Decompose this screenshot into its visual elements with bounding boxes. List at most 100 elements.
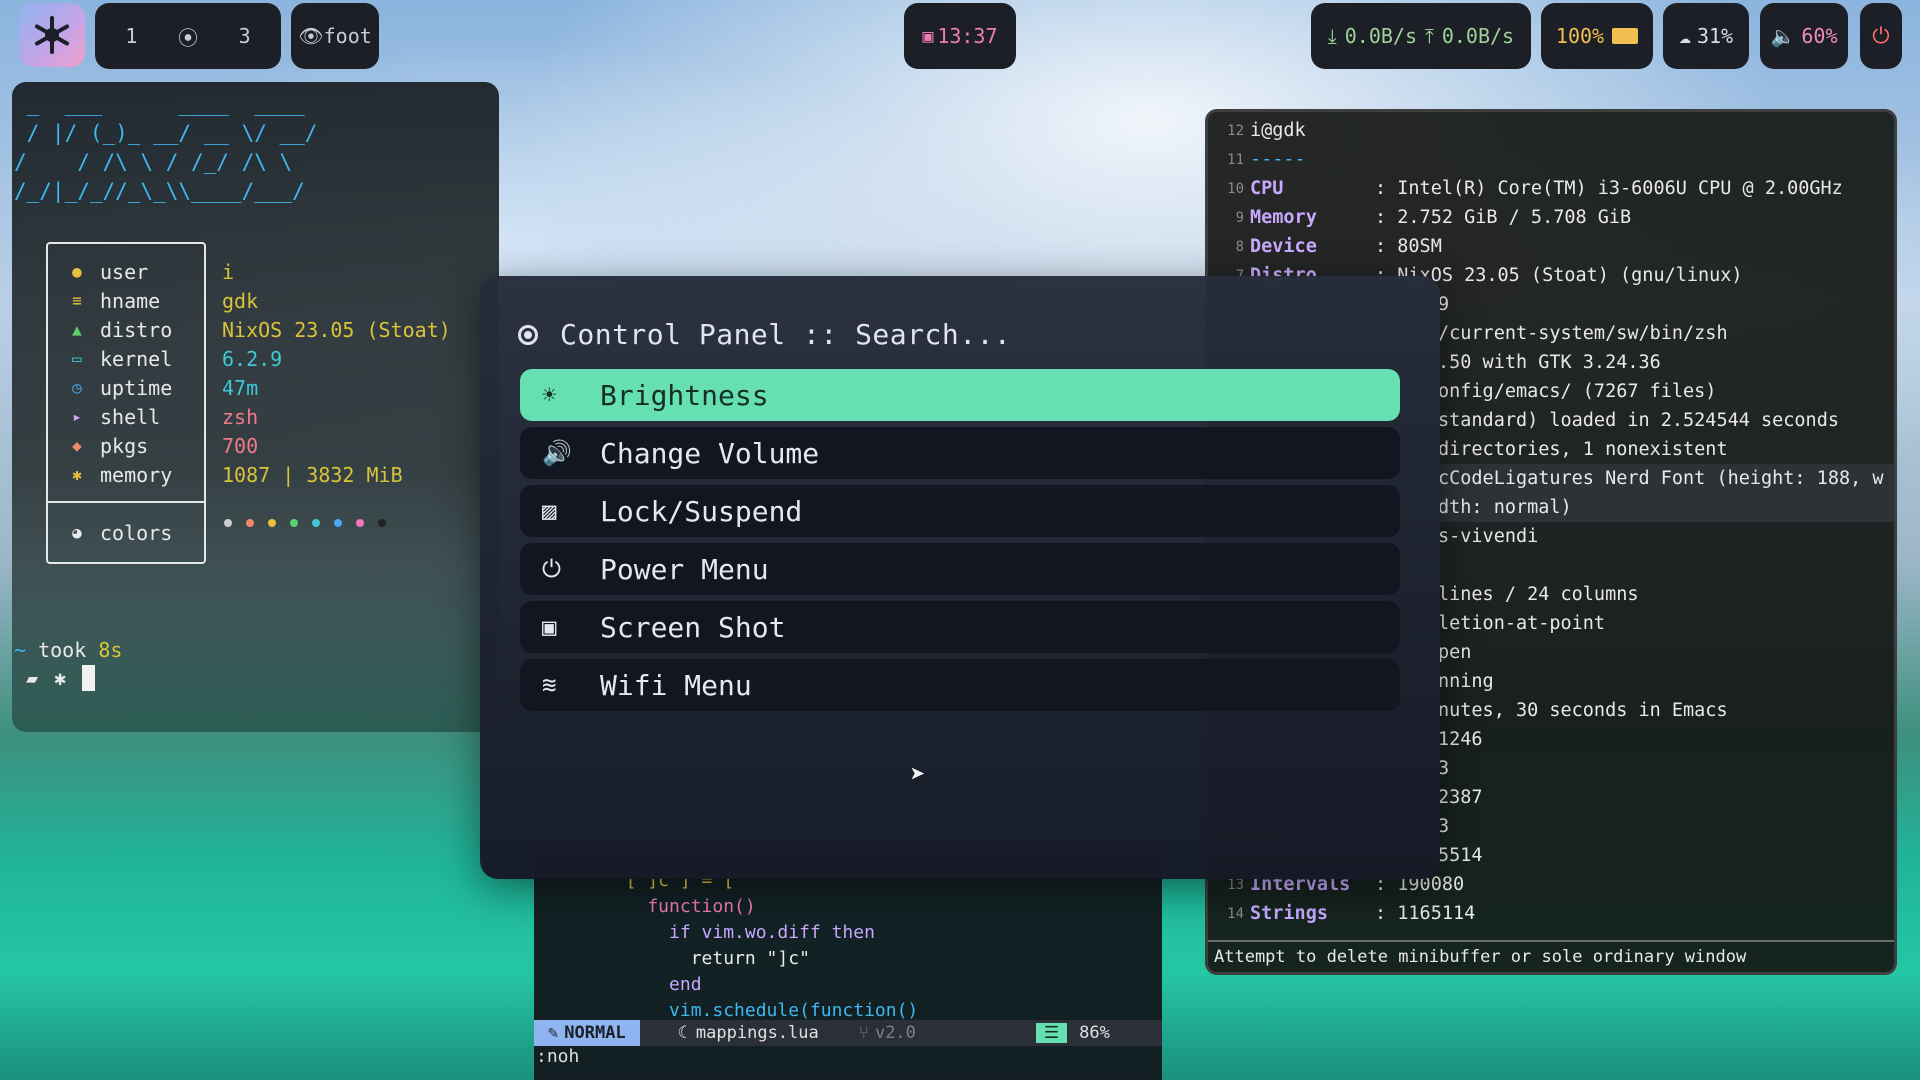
palette-dot [334,519,342,527]
line-number: 10 [1227,180,1244,197]
network-widget[interactable]: ⤓ 0.0B/s ⤒ 0.0B/s [1311,3,1531,69]
progress-icon: ☰ [1035,1023,1068,1043]
code-line: end [604,974,702,995]
menu-item-label: Wifi Menu [600,668,752,702]
power-icon: ⏻ [1872,23,1890,49]
palette-icon: ◕ [72,523,82,542]
workspace-1[interactable]: 1 [125,24,137,48]
vim-mode-label: NORMAL [564,1023,626,1043]
menu-item-label: Lock/Suspend [600,494,803,528]
fetch-label: uptime [100,375,173,400]
menu-item-label: Brightness [600,378,769,412]
workspace-switcher: 1 ⦿ 3 [95,3,281,69]
line-number: 8 [1235,238,1244,255]
emacs-key: CPU [1250,178,1284,199]
emacs-key: Strings [1250,903,1328,924]
menu-item-label: Power Menu [600,552,769,586]
emacs-value: : 80SM [1375,236,1442,257]
power-icon: ⏻ [542,555,561,583]
workspace-3[interactable]: 3 [239,24,251,48]
emacs-line: 8 Device : 80SM [1208,232,1894,261]
emacs-key: Memory [1250,207,1317,228]
nixos-ascii-logo: _ ___ ____ ____ / |/ (_)_ __/ __ \/ __/ … [14,92,318,203]
emacs-value: 2387 [1438,787,1483,808]
fetch-row-distro: ▲ distro [62,315,172,344]
memory-icon: ✱ [72,465,82,484]
emacs-minibuffer[interactable]: Attempt to delete minibuffer or sole ord… [1208,940,1894,972]
menu-item-change-volume[interactable]: 🔊 Change Volume [520,427,1400,479]
workspace-2-active[interactable]: ⦿ [178,22,198,51]
vim-logo-icon: ✎ [548,1023,559,1043]
emacs-value: : Intel(R) Core(TM) i3-6006U CPU @ 2.00G… [1375,178,1843,199]
emacs-line: 11 ----- [1208,145,1894,174]
fetch-label: distro [100,317,173,342]
nix-icon: ✱ [54,666,67,690]
package-icon: ◆ [72,436,82,455]
code-line: if vim.wo.diff then [604,922,875,943]
menu-item-wifi-menu[interactable]: ≋ Wifi Menu [520,659,1400,711]
mouse-pointer-icon: ➤ [910,760,926,790]
cpu-widget[interactable]: ☁ 31% [1663,3,1749,69]
emacs-line: 14 Strings: 1165114 [1208,899,1894,928]
eye-icon: 👁 [298,24,324,48]
emacs-value: pen [1438,642,1472,663]
fetch-value-memory: 1087 | 3832 MiB [222,462,403,487]
emacs-line: 10 CPU : Intel(R) Core(TM) i3-6006U CPU @ … [1208,174,1894,203]
fetch-row-uptime: ◷ uptime [62,373,172,402]
fetch-value-hname: gdk [222,288,259,313]
fetch-value-kernel: 6.2.9 [222,346,283,371]
emacs-value: s-vivendi [1438,526,1539,547]
prompt-cwd: ~ [14,638,27,662]
emacs-value: directories, 1 nonexistent [1438,439,1728,460]
cpu-usage: 31% [1696,24,1734,48]
fetch-row-memory: ✱ memory [62,460,172,489]
fetch-label: user [100,259,149,284]
lua-file-icon: ☾ [677,1023,688,1043]
target-icon [518,324,538,345]
emacs-value: /current-system/sw/bin/zsh [1438,323,1728,344]
text-cursor [82,665,96,691]
fetch-value-uptime: 47m [222,375,259,400]
control-panel-search[interactable]: Control Panel :: Search... [518,318,1011,351]
fetch-terminal-window[interactable]: _ ___ ____ ____ / |/ (_)_ __/ __ \/ __/ … [12,82,499,732]
clock-widget[interactable]: ▣ 13:37 [904,3,1016,69]
net-down-rate: 0.0B/s [1344,24,1417,48]
color-palette-dots [224,519,386,527]
volume-icon: 🔊 [542,439,572,467]
emacs-value: letion-at-point [1438,613,1606,634]
menu-item-brightness[interactable]: ☀ Brightness [520,369,1400,421]
palette-dot [312,519,320,527]
menu-item-screen-shot[interactable]: ▣ Screen Shot [520,601,1400,653]
fetch-row-colors: ◕ colors [62,518,172,547]
palette-dot [246,519,254,527]
menu-item-lock-suspend[interactable]: ▨ Lock/Suspend [520,485,1400,537]
vim-filename: mappings.lua [695,1023,819,1043]
emacs-value: 5514 [1438,845,1483,866]
nix-snowflake-icon [35,16,69,54]
prompt-took-time: 8s [98,638,123,662]
emacs-key: Device [1250,236,1317,257]
menu-item-power-menu[interactable]: ⏻ Power Menu [520,543,1400,595]
speaker-icon: 🔈 [1770,24,1796,48]
active-window-title[interactable]: 👁 foot [291,3,379,69]
line-number: 14 [1227,905,1244,922]
code-line: vim.schedule(function() [604,1000,919,1021]
fetch-row-hname: ≡ hname [62,286,160,315]
clock-icon: ◷ [72,378,82,397]
volume-widget[interactable]: 🔈 60% [1760,3,1848,69]
vim-statusline: ✎ NORMAL ☾ mappings.lua ⑂ v2.0 ☰ 86% [534,1020,1162,1046]
shell-input-line[interactable]: ▰ ✱ [26,665,96,691]
battery-level: 100% [1555,24,1605,48]
power-button[interactable]: ⏻ [1860,3,1902,69]
fetch-label: colors [100,520,173,545]
battery-widget[interactable]: 100% [1541,3,1653,69]
vim-command-line[interactable]: :noh [534,1046,579,1067]
line-number: 12 [1227,122,1244,139]
brightness-icon: ☀ [542,381,557,409]
nixos-launcher-button[interactable] [19,3,85,67]
battery-icon [1612,28,1639,44]
clock-time: 13:37 [937,24,998,48]
emacs-value: standard) loaded in 2.524544 seconds [1438,410,1839,431]
kernel-icon: ▭ [72,349,82,368]
wifi-icon: ≋ [542,671,557,699]
